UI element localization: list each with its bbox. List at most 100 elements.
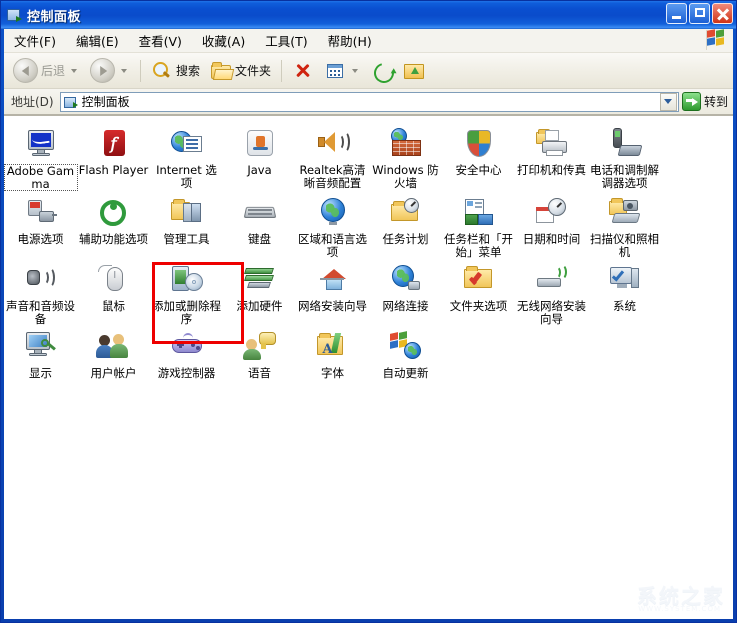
menu-view[interactable]: 查看(V) bbox=[129, 29, 192, 52]
minimize-button[interactable] bbox=[666, 3, 687, 24]
address-label: 地址(D) bbox=[11, 95, 54, 109]
up-button[interactable] bbox=[398, 57, 430, 85]
network-connections-icon bbox=[388, 264, 424, 297]
address-input[interactable]: 控制面板 bbox=[59, 91, 679, 112]
back-button[interactable]: 后退 bbox=[8, 57, 85, 85]
item-label: 管理工具 bbox=[163, 232, 210, 246]
phone-modem-icon bbox=[607, 128, 643, 161]
go-button[interactable]: 转到 bbox=[679, 92, 733, 111]
address-value: 控制面板 bbox=[81, 95, 130, 109]
item-add-hardware[interactable]: 添加硬件 bbox=[223, 258, 296, 325]
item-display[interactable]: 显示 bbox=[4, 325, 77, 380]
item-internet-options[interactable]: Internet 选项 bbox=[150, 122, 223, 191]
add-hardware-icon bbox=[242, 264, 278, 297]
item-speech[interactable]: 语音 bbox=[223, 325, 296, 380]
security-center-icon bbox=[461, 128, 497, 161]
item-adobe-gamma[interactable]: Adobe Gamma bbox=[4, 122, 78, 191]
network-setup-wizard-icon bbox=[315, 264, 351, 297]
date-time-icon bbox=[534, 197, 570, 230]
item-date-time[interactable]: 日期和时间 bbox=[515, 191, 588, 258]
item-network-setup-wizard[interactable]: 网络安装向导 bbox=[296, 258, 369, 325]
chevron-down-icon bbox=[664, 99, 673, 104]
item-mouse[interactable]: 鼠标 bbox=[77, 258, 150, 325]
back-arrow-icon bbox=[13, 58, 38, 83]
menu-favorites[interactable]: 收藏(A) bbox=[192, 29, 255, 52]
address-dropdown-button[interactable] bbox=[659, 92, 677, 111]
item-label: Internet 选项 bbox=[156, 163, 217, 190]
scanners-cameras-icon bbox=[607, 197, 643, 230]
item-windows-firewall[interactable]: Windows 防火墙 bbox=[369, 122, 442, 191]
accessibility-icon bbox=[96, 197, 132, 230]
item-add-remove-programs[interactable]: 添加或删除程序 bbox=[150, 258, 223, 325]
address-bar: 地址(D) 控制面板 转到 bbox=[4, 89, 733, 115]
windows-flag-icon bbox=[706, 29, 729, 50]
item-label: 用户帐户 bbox=[90, 366, 137, 380]
item-scheduled-tasks[interactable]: 任务计划 bbox=[369, 191, 442, 258]
item-label: 鼠标 bbox=[102, 299, 125, 313]
item-label: Adobe Gamma bbox=[4, 164, 78, 191]
item-admin-tools[interactable]: 管理工具 bbox=[150, 191, 223, 258]
refresh-button[interactable] bbox=[366, 57, 398, 87]
menu-file[interactable]: 文件(F) bbox=[4, 29, 66, 52]
item-printers-faxes[interactable]: 打印机和传真 bbox=[515, 122, 588, 191]
delete-button[interactable] bbox=[287, 57, 319, 85]
maximize-button[interactable] bbox=[689, 3, 710, 24]
item-power-options[interactable]: 电源选项 bbox=[4, 191, 77, 258]
watermark-subtext: WWW.SYSTEM.COM bbox=[638, 605, 721, 613]
menu-help[interactable]: 帮助(H) bbox=[318, 29, 382, 52]
item-scanners-cameras[interactable]: 扫描仪和照相机 bbox=[588, 191, 661, 258]
menu-bar: 文件(F) 编辑(E) 查看(V) 收藏(A) 工具(T) 帮助(H) bbox=[4, 29, 733, 53]
forward-button[interactable] bbox=[85, 57, 135, 85]
delete-x-icon bbox=[292, 60, 314, 82]
item-phone-modem[interactable]: 电话和调制解调器选项 bbox=[588, 122, 661, 191]
item-user-accounts[interactable]: 用户帐户 bbox=[77, 325, 150, 380]
item-label: Realtek高清晰音频配置 bbox=[299, 163, 366, 190]
item-realtek-audio[interactable]: Realtek高清晰音频配置 bbox=[296, 122, 369, 191]
item-game-controllers[interactable]: 游戏控制器 bbox=[150, 325, 223, 380]
item-label: 显示 bbox=[29, 366, 52, 380]
item-label: Windows 防火墙 bbox=[372, 163, 439, 190]
item-label: 打印机和传真 bbox=[517, 163, 586, 177]
fonts-icon: A bbox=[315, 331, 351, 364]
taskbar-startmenu-icon bbox=[461, 197, 497, 230]
item-label: 区域和语言选项 bbox=[298, 232, 367, 259]
views-dropdown-icon[interactable] bbox=[352, 68, 359, 73]
window-controls bbox=[666, 3, 733, 24]
admin-tools-icon bbox=[169, 197, 205, 230]
item-security-center[interactable]: 安全中心 bbox=[442, 122, 515, 191]
item-taskbar-startmenu[interactable]: 任务栏和「开始」菜单 bbox=[442, 191, 515, 258]
toolbar-separator-1 bbox=[140, 59, 142, 82]
item-system[interactable]: 系统 bbox=[588, 258, 661, 325]
item-java[interactable]: Java bbox=[223, 122, 296, 191]
sounds-audio-icon bbox=[23, 264, 59, 297]
menu-edit[interactable]: 编辑(E) bbox=[66, 29, 129, 52]
close-button[interactable] bbox=[712, 3, 733, 24]
item-wireless-network-wizard[interactable]: 无线网络安装向导 bbox=[515, 258, 588, 325]
wireless-network-wizard-icon bbox=[534, 264, 570, 297]
item-keyboard[interactable]: 键盘 bbox=[223, 191, 296, 258]
power-options-icon bbox=[23, 197, 59, 230]
back-dropdown-icon[interactable] bbox=[71, 68, 78, 73]
automatic-updates-icon bbox=[388, 331, 424, 364]
item-accessibility[interactable]: 辅助功能选项 bbox=[77, 191, 150, 258]
realtek-audio-icon bbox=[315, 128, 351, 161]
item-network-connections[interactable]: 网络连接 bbox=[369, 258, 442, 325]
item-regional-language[interactable]: 区域和语言选项 bbox=[296, 191, 369, 258]
control-panel-window: 控制面板 文件(F) 编辑(E) 查看(V) 收藏(A) 工具(T) 帮助(H)… bbox=[0, 0, 737, 623]
icon-row: 显示 用户帐户 游戏控制器 语音 A 字体 自动更新 bbox=[4, 325, 733, 380]
game-controllers-icon bbox=[169, 331, 205, 364]
item-sounds-audio[interactable]: 声音和音频设备 bbox=[4, 258, 77, 325]
item-flash-player[interactable]: 𝑓 Flash Player bbox=[77, 122, 150, 191]
forward-dropdown-icon[interactable] bbox=[121, 68, 128, 73]
menu-tools[interactable]: 工具(T) bbox=[255, 29, 317, 52]
regional-language-icon bbox=[315, 197, 351, 230]
item-folder-options[interactable]: 文件夹选项 bbox=[442, 258, 515, 325]
add-remove-programs-icon bbox=[169, 264, 205, 297]
views-button[interactable] bbox=[319, 57, 366, 85]
folders-button[interactable]: 文件夹 bbox=[205, 57, 276, 85]
item-automatic-updates[interactable]: 自动更新 bbox=[369, 325, 442, 380]
item-fonts[interactable]: A 字体 bbox=[296, 325, 369, 380]
search-button[interactable]: 搜索 bbox=[146, 57, 205, 85]
control-panel-items-area[interactable]: Adobe Gamma 𝑓 Flash Player Internet 选项 J… bbox=[4, 115, 733, 619]
adobe-gamma-icon bbox=[23, 128, 59, 161]
